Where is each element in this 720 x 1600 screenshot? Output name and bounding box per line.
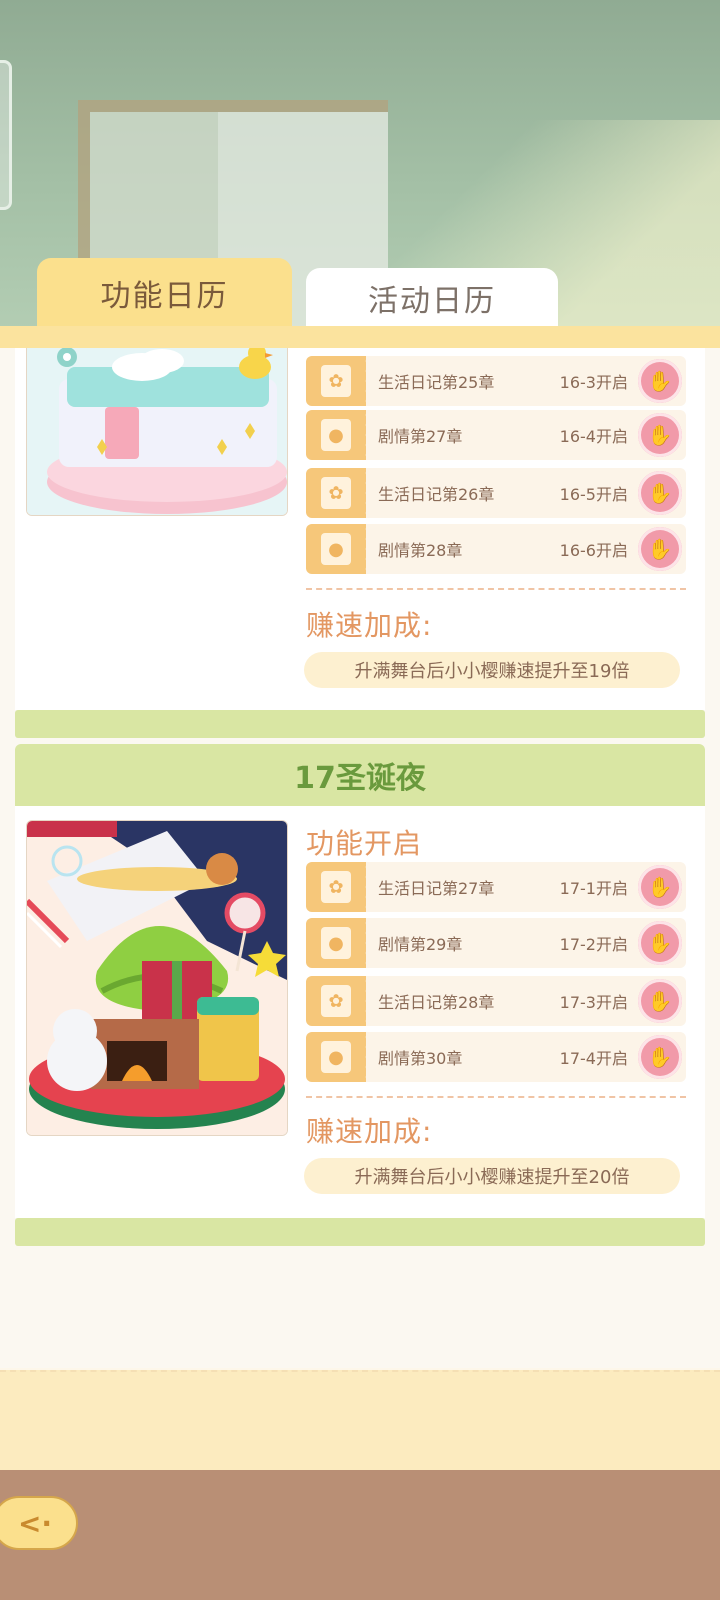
go-button[interactable]: ✋ <box>638 979 682 1023</box>
list-item: ✿ 生活日记第26章 16-5开启 ✋ <box>306 468 686 518</box>
panel-bottom-bar <box>0 1370 720 1470</box>
list-item: ● 剧情第29章 17-2开启 ✋ <box>306 918 686 968</box>
list-item: ✿ 生活日记第27章 17-1开启 ✋ <box>306 862 686 912</box>
back-button[interactable]: <· <box>0 1496 78 1550</box>
day-header-17: 17圣诞夜 <box>15 744 705 806</box>
go-button[interactable]: ✋ <box>638 921 682 965</box>
go-button[interactable]: ✋ <box>638 413 682 457</box>
tab-event-calendar[interactable]: 活动日历 <box>306 268 558 328</box>
speed-bonus-title: 赚速加成: <box>306 1115 433 1148</box>
stage-image-christmas <box>26 820 288 1136</box>
bunny-diary-icon: ✿ <box>321 365 351 397</box>
camera-icon: ● <box>321 419 351 451</box>
tab-function-calendar[interactable]: 功能日历 <box>37 258 292 328</box>
camera-icon: ● <box>321 927 351 959</box>
go-button[interactable]: ✋ <box>638 527 682 571</box>
bunny-diary-icon: ✿ <box>321 985 351 1017</box>
divider <box>306 1096 686 1098</box>
list-item: ● 剧情第30章 17-4开启 ✋ <box>306 1032 686 1082</box>
list-item: ● 剧情第28章 16-6开启 ✋ <box>306 524 686 574</box>
speed-bonus-text: 升满舞台后小小樱赚速提升至19倍 <box>304 652 680 688</box>
bunny-diary-icon: ✿ <box>321 477 351 509</box>
calendar-scroll-area[interactable]: ✿ 生活日记第25章 16-3开启 ✋ ● 剧情第27章 16-4开启 ✋ ✿ … <box>0 348 720 1368</box>
camera-icon: ● <box>321 1041 351 1073</box>
unlock-title: 功能开启 <box>306 827 423 860</box>
back-arrow-icon: <· <box>17 1506 53 1540</box>
divider <box>306 588 686 590</box>
day-card-footer <box>15 1218 705 1246</box>
bunny-diary-icon: ✿ <box>321 871 351 903</box>
stage-image-bathtub <box>26 348 288 516</box>
go-button[interactable]: ✋ <box>638 1035 682 1079</box>
speed-bonus-title: 赚速加成: <box>306 609 433 642</box>
camera-icon: ● <box>321 533 351 565</box>
list-item: ✿ 生活日记第28章 17-3开启 ✋ <box>306 976 686 1026</box>
go-button[interactable]: ✋ <box>638 359 682 403</box>
speed-bonus-text: 升满舞台后小小樱赚速提升至20倍 <box>304 1158 680 1194</box>
list-item: ✿ 生活日记第25章 16-3开启 ✋ <box>306 356 686 406</box>
calendar-panel: ✿ 生活日记第25章 16-3开启 ✋ ● 剧情第27章 16-4开启 ✋ ✿ … <box>0 326 720 1470</box>
go-button[interactable]: ✋ <box>638 471 682 515</box>
go-button[interactable]: ✋ <box>638 865 682 909</box>
list-item: ● 剧情第27章 16-4开启 ✋ <box>306 410 686 460</box>
day-card-footer <box>15 710 705 738</box>
